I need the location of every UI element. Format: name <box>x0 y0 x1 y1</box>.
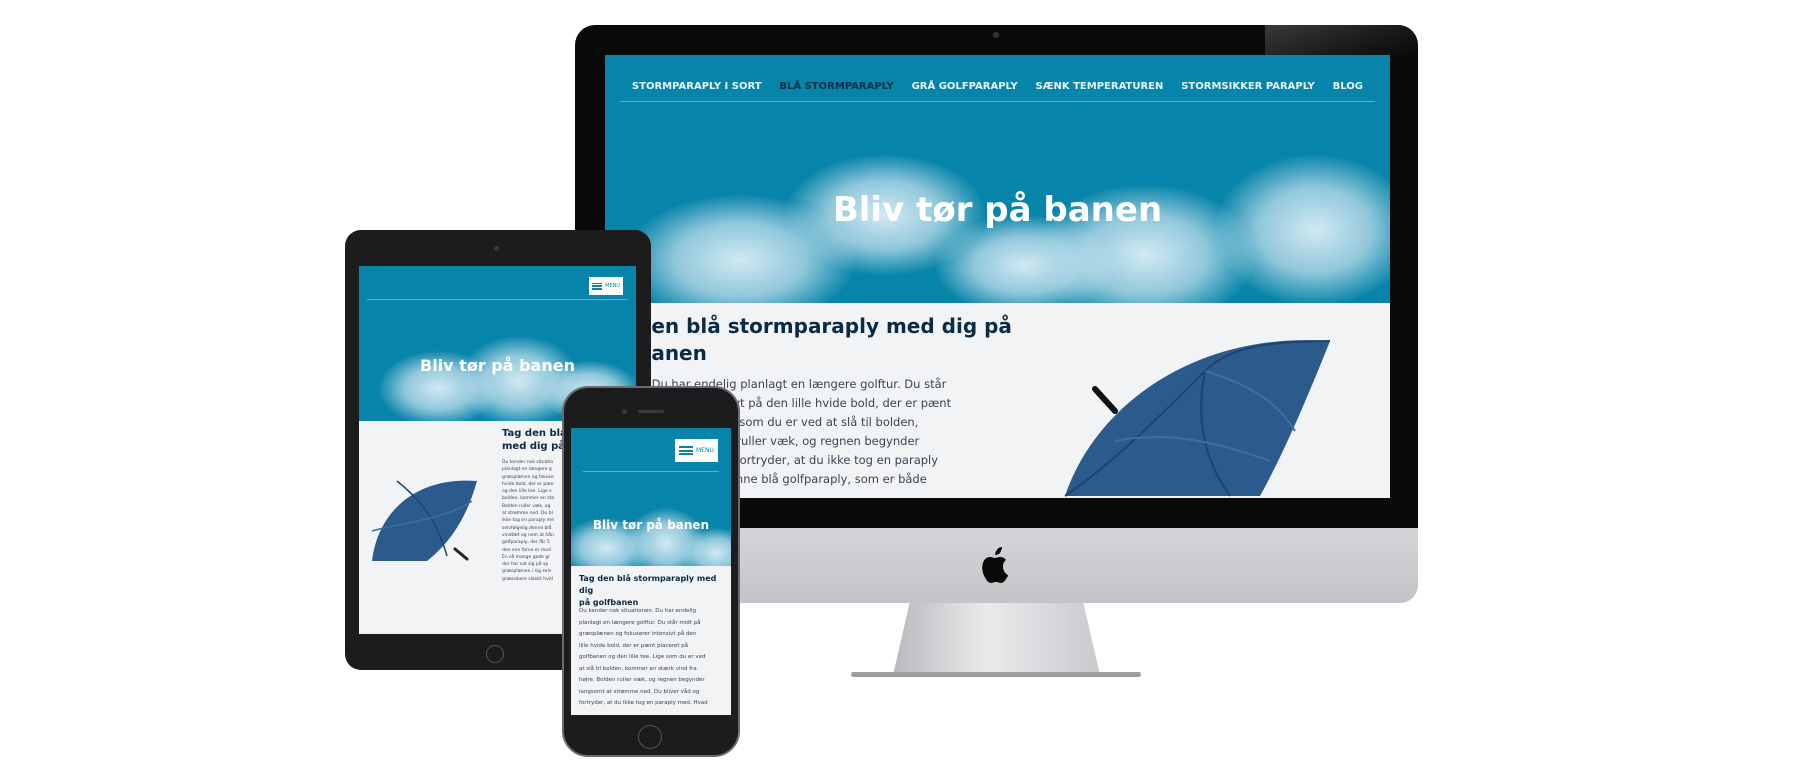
imac-stand <box>893 603 1100 675</box>
body-line: Bolden ruller væk, og <box>502 503 551 509</box>
content-heading: Tag den blå stormparaply med dig på golf… <box>579 573 731 609</box>
body-line: Én så mange gode gr <box>502 554 551 560</box>
imac-stand-base <box>851 672 1141 677</box>
heading-line: Tag den blå stormparaply med dig <box>579 574 717 595</box>
body-line: fortryder, at du ikke tog en paraply med… <box>579 700 708 706</box>
hero-title: Bliv tør på banen <box>592 518 710 532</box>
heading-line: den blå stormparaply med dig på <box>637 314 1012 338</box>
body-line: vindtæt og nem at hån <box>502 532 554 538</box>
umbrella-image <box>367 461 482 566</box>
imac-glare <box>1265 25 1418 55</box>
content-body: Du kender nok situatio planlagt en længe… <box>502 459 554 583</box>
body-line: ikke tog en paraply me <box>502 518 554 524</box>
body-line: og den lille tee. Lige s <box>502 489 552 495</box>
body-line: langsomt at strømme ned. Du bliver våd o… <box>579 688 700 695</box>
body-line: der har sat sig på sp <box>502 562 549 568</box>
camera-icon <box>494 246 499 251</box>
phone-device: MENU Bliv tør på banen Tag den blå storm… <box>562 386 740 757</box>
phone-hero: Bliv tør på banen <box>571 428 731 566</box>
body-line: lille hvide bold, der er pænt placeret p… <box>579 642 689 649</box>
camera-icon <box>622 409 627 414</box>
body-line: at slå til bolden, kommer en stærk vind … <box>579 665 697 672</box>
content-body: Du kender nok situationen. Du har endeli… <box>579 606 708 710</box>
hero-title: Bliv tør på banen <box>420 356 575 375</box>
body-line: græssikere slankt hvid <box>502 576 553 582</box>
body-line: græsplænen og fokuserer intensivt på den <box>579 631 697 637</box>
speaker-grille <box>638 410 664 413</box>
body-line: golfparaply, der får 5 <box>502 540 550 546</box>
umbrella-image <box>1055 311 1345 498</box>
phone-content: Tag den blå stormparaply med dig på golf… <box>571 566 731 715</box>
hero-title: Bliv tør på banen <box>832 190 1163 230</box>
apple-logo-icon <box>980 545 1014 585</box>
body-line: græsplænen og fokuse <box>502 474 554 480</box>
desktop-hero: Bliv tør på banen <box>605 55 1390 303</box>
heading-line: banen <box>637 341 707 365</box>
body-line: selvfølgelig denne blå <box>502 525 552 531</box>
body-line: græsplænen i sig selv <box>502 569 552 575</box>
body-line: at strømme ned. Du bl <box>502 511 553 517</box>
body-line: højre. Bolden ruller væk, og regnen begy… <box>579 677 705 683</box>
body-line: den ene farve er mod <box>502 547 551 553</box>
body-line: planlagt en længere g <box>502 467 552 473</box>
body-line: golfbanen og den lille tee. Lige som du … <box>579 654 706 660</box>
home-button-icon[interactable] <box>486 645 504 663</box>
body-line: hvide bold, der er pæn <box>502 481 554 487</box>
body-line: bolden, kommer en sta <box>502 496 555 502</box>
home-button-icon[interactable] <box>638 725 662 749</box>
camera-icon <box>993 32 999 38</box>
body-line: Du kender nok situatio <box>502 460 554 465</box>
phone-screen: MENU Bliv tør på banen Tag den blå storm… <box>571 428 731 715</box>
body-line: planlagt en længere golftur. Du står mid… <box>579 619 701 626</box>
body-line: Du kender nok situationen. Du har endeli… <box>579 608 696 614</box>
content-heading: den blå stormparaply med dig på banen <box>637 313 1012 367</box>
